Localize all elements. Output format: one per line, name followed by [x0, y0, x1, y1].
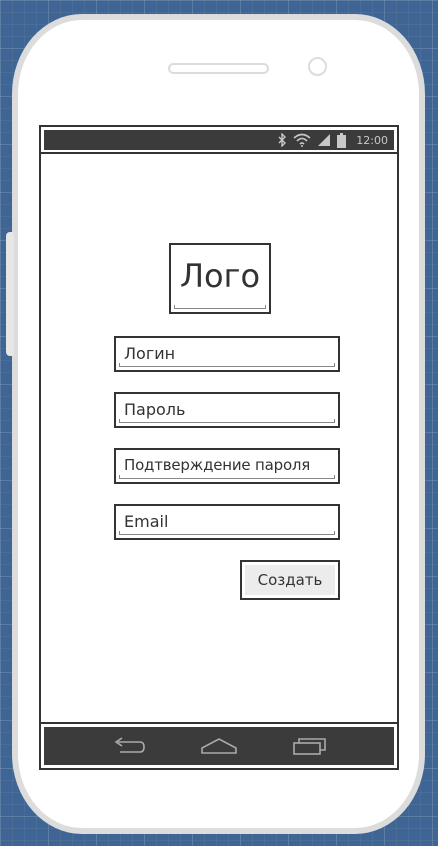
wifi-icon — [293, 133, 311, 147]
email-input-text: Email — [124, 512, 169, 531]
phone-speaker — [168, 63, 269, 74]
phone-camera — [308, 57, 327, 76]
nav-bar-divider — [41, 722, 397, 724]
confirm-password-input[interactable]: Подтверждение пароля — [114, 448, 340, 484]
phone-side-button — [6, 232, 14, 356]
password-input-underline — [119, 419, 335, 423]
signal-icon — [317, 133, 331, 147]
login-input-underline — [119, 363, 335, 367]
battery-icon — [337, 132, 347, 148]
logo-text: Лого — [179, 256, 261, 295]
confirm-password-input-text: Подтверждение пароля — [124, 456, 311, 474]
email-input-underline — [119, 531, 335, 535]
email-input[interactable]: Email — [114, 504, 340, 540]
logo: Лого — [169, 243, 271, 314]
status-time: 12:00 — [356, 133, 388, 147]
nav-bar — [44, 727, 394, 765]
back-icon[interactable] — [108, 734, 148, 758]
logo-underline — [174, 305, 266, 309]
password-input[interactable]: Пароль — [114, 392, 340, 428]
bluetooth-icon — [278, 133, 287, 147]
confirm-password-input-underline — [119, 475, 335, 479]
password-input-text: Пароль — [124, 400, 186, 419]
create-button[interactable]: Создать — [240, 560, 340, 600]
recent-apps-icon[interactable] — [290, 734, 330, 758]
phone-screen: 12:00 Лого Логин Пароль Подтверждение па… — [39, 125, 399, 770]
home-icon[interactable] — [199, 734, 239, 758]
create-button-label: Создать — [245, 565, 335, 595]
login-input-text: Логин — [124, 344, 176, 363]
status-bar-divider — [41, 152, 397, 154]
status-bar: 12:00 — [44, 130, 394, 150]
login-input[interactable]: Логин — [114, 336, 340, 372]
